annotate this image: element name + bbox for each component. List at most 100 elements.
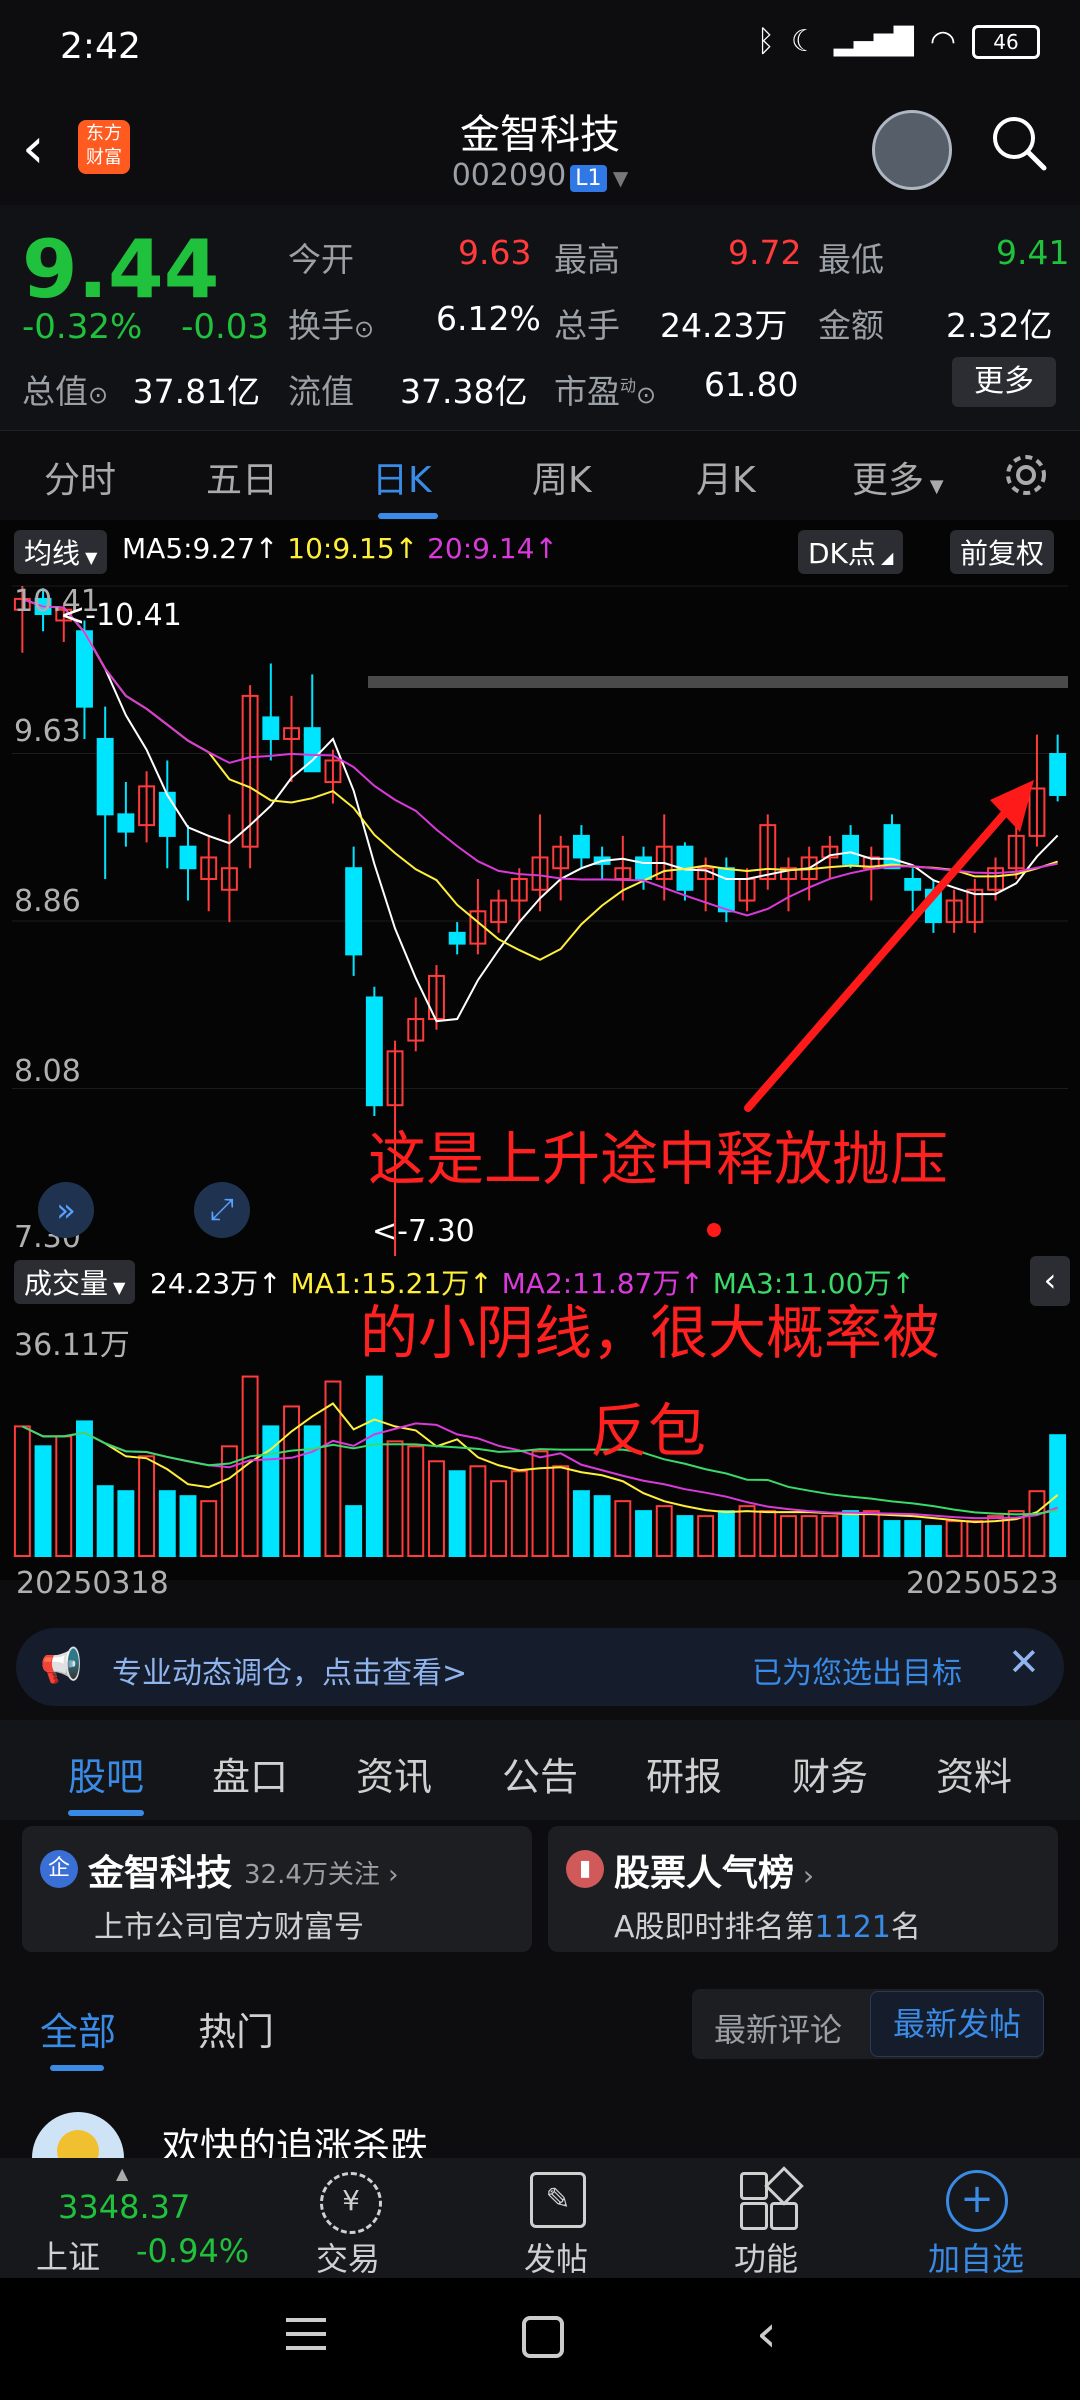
index-name[interactable]: 上证 [36,2232,100,2278]
popularity-rank-card[interactable]: ▮ 股票人气榜 › A股即时排名第1121名 [548,1826,1058,1952]
ma5-line [22,597,1059,1023]
search-icon[interactable] [990,114,1048,172]
marquee-left-text[interactable]: 专业动态调仓，点击查看> [112,1648,467,1692]
up-caret-icon: ▲ [116,2164,129,2183]
nav-add-watchlist[interactable]: 加自选 [906,2234,1046,2280]
collapse-arrow-icon[interactable]: ‹ [1030,1256,1070,1306]
amount-label: 金额 [818,306,884,345]
fullscreen-icon[interactable]: ⤢ [194,1182,250,1238]
volume-bar [365,1375,383,1558]
ma-selector[interactable]: 均线 ▼ [14,530,108,574]
candle-body [117,813,135,833]
tab-news[interactable]: 资讯 [356,1746,432,1801]
community-tab-indicator [50,2065,104,2071]
volume-bar [200,1500,218,1557]
pe-sup: 动 [620,376,637,395]
candle-body [904,877,922,891]
status-bar: 2:42 ᛒ ☾ ▂▄▆█ ◠ 46 [0,0,1080,100]
more-button[interactable]: 更多 [952,357,1056,407]
tab-daily-k[interactable]: 日K [372,451,432,503]
tab-five-day[interactable]: 五日 [206,451,278,503]
adjust-toggle[interactable]: 前复权 [950,530,1055,574]
promo-marquee[interactable]: 📢 专业动态调仓，点击查看> 已为您选出目标 ✕ [16,1628,1064,1706]
nav-functions[interactable]: 功能 [696,2234,836,2280]
marquee-right-text[interactable]: 已为您选出目标 [752,1648,962,1692]
sort-latest-comment[interactable]: 最新评论 [714,2005,842,2051]
volume-bar [490,1480,508,1557]
volume-bar [614,1500,632,1557]
quote-panel: 9.44 -0.32% -0.03 总值⊙ 37.81亿 今开 9.63 最高 … [0,205,1080,430]
volume-max-label: 36.11万 [14,1328,130,1363]
index-value[interactable]: 3348.37 [58,2188,190,2226]
high-value: 9.72 [728,233,802,272]
kline-svg[interactable] [0,576,1080,1576]
tab-more[interactable]: 更多 ▼ [852,451,944,503]
annotation-dot [707,1223,721,1237]
annotation-arrow [744,794,1022,1112]
annotation-line2: 的小阴线，很大概率被 [360,1299,941,1367]
tab-intraday[interactable]: 分时 [44,451,116,503]
nav-trade[interactable]: 交易 [278,2234,418,2280]
tab-weekly-k[interactable]: 周K [532,451,592,503]
volume-bar [655,1505,673,1557]
current-price: 9.44 [22,223,220,316]
compose-icon[interactable]: ✎ [530,2172,586,2228]
back-nav-icon[interactable]: ‹ [756,2304,777,2364]
tab-research[interactable]: 研报 [646,1746,722,1801]
tab-monthly-k[interactable]: 月K [696,451,756,503]
dropdown-icon[interactable]: ▼ [607,166,628,190]
menu-icon[interactable] [286,2318,326,2350]
candle-body [179,845,197,870]
market-cap: 总值⊙ 37.81亿 [22,365,260,413]
y-tick-label: 8.08 [14,1054,81,1089]
volume-bar [34,1445,52,1557]
sort-latest-post[interactable]: 最新发帖 [870,1991,1044,2057]
candle-body [572,834,590,859]
status-icons: ᛒ ☾ ▂▄▆█ ◠ 46 [757,24,1040,59]
period-tabs: 分时 五日 日K 周K 月K 更多 ▼ [0,430,1080,521]
trade-icon[interactable]: ¥ [320,2172,382,2234]
tab-profile[interactable]: 资料 [936,1746,1012,1801]
market-cap-label: 总值 [22,372,88,411]
max-price-marker: <-10.41 [60,598,182,633]
index-change[interactable]: -0.94% [136,2232,249,2270]
battery-icon: 46 [972,24,1040,59]
tab-finance[interactable]: 财务 [792,1746,868,1801]
volume-selector[interactable]: 成交量 ▼ [14,1260,136,1304]
nav-post[interactable]: 发帖 [486,2234,626,2280]
volume-bar [76,1420,93,1558]
home-icon[interactable] [522,2316,564,2358]
tab-pankou[interactable]: 盘口 [212,1746,288,1801]
company-card-sub: 上市公司官方财富号 [94,1910,364,1945]
gear-icon[interactable] [1002,451,1050,499]
volume-bar [117,1490,135,1557]
system-nav-bar: ‹ [0,2278,1080,2400]
dk-point-toggle[interactable]: DK点 ◢ [798,530,904,574]
tab-hot-posts[interactable]: 热门 [198,2001,274,2056]
volume-bar [717,1510,735,1558]
info-icon[interactable]: ⊙ [88,381,108,409]
price-change: -0.32% -0.03 [22,307,269,347]
rank-card-title: 股票人气榜 › [614,1853,815,1894]
stock-header: ‹ 东方 财富 金智科技 002090 L1 ▼ [0,100,1080,205]
volume-bar [966,1520,984,1558]
grid-apps-icon[interactable] [740,2166,804,2230]
volume-bar [572,1490,590,1557]
tab-active-indicator [378,513,438,519]
volume-bar [1028,1490,1046,1557]
volume-bar [697,1515,715,1557]
company-account-card[interactable]: 企 金智科技 32.4万关注 › 上市公司官方财富号 [22,1826,532,1952]
content-tabs: 股吧 盘口 资讯 公告 研报 财务 资料 [0,1720,1080,1820]
tab-all-posts[interactable]: 全部 [40,2001,116,2056]
tab-guba[interactable]: 股吧 [68,1746,144,1801]
add-watchlist-icon[interactable]: + [946,2170,1008,2232]
ma10-value: 10:9.15↑ [287,532,419,565]
volume-bar [552,1465,570,1558]
expand-left-icon[interactable]: » [38,1182,94,1238]
volume-bar [469,1465,487,1558]
tab-announcements[interactable]: 公告 [502,1746,578,1801]
robot-assistant-icon[interactable] [872,110,952,190]
volume-label: 总手 [554,306,620,345]
close-icon[interactable]: ✕ [1008,1640,1040,1684]
volume-bar [676,1515,694,1557]
